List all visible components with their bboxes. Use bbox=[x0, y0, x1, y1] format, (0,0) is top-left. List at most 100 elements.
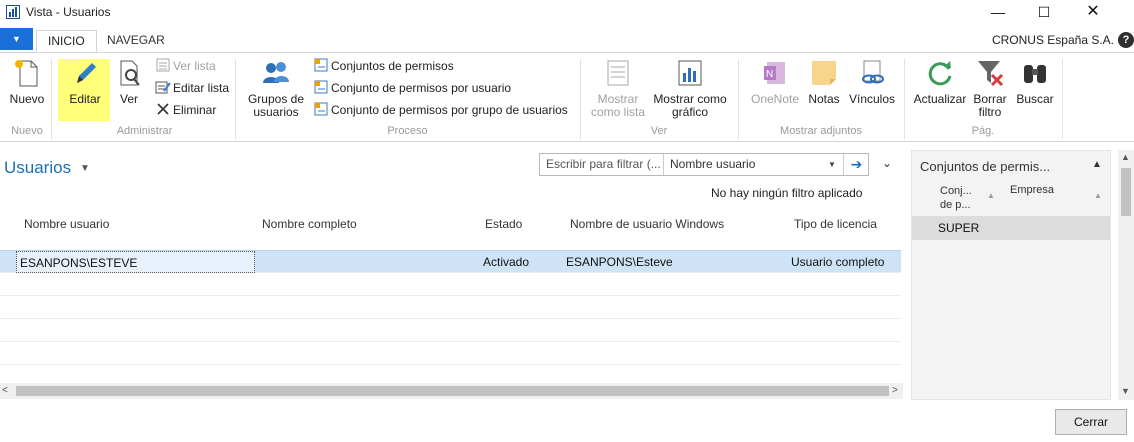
scrollbar-thumb[interactable] bbox=[1121, 168, 1131, 216]
group-label-adjuntos: Mostrar adjuntos bbox=[780, 125, 862, 137]
chevron-down-icon[interactable]: ▼ bbox=[828, 154, 836, 175]
factbox-permission-sets: Conjuntos de permis... ▲ Conj... de p...… bbox=[911, 150, 1111, 400]
cell-nombre-usuario[interactable]: ESANPONS\ESTEVE bbox=[16, 251, 255, 273]
collapse-icon[interactable]: ▲ bbox=[1092, 159, 1102, 170]
mostrar-como-grafico-button[interactable]: Mostrar como gráfico bbox=[650, 57, 730, 119]
help-icon[interactable]: ? bbox=[1118, 32, 1134, 48]
factbox-cell-conjunto[interactable]: SUPER bbox=[938, 221, 979, 235]
permisos-por-grupo-label: Conjunto de permisos por grupo de usuari… bbox=[331, 103, 568, 117]
scroll-left-icon[interactable]: < bbox=[2, 383, 8, 399]
empty-table-row bbox=[0, 319, 901, 342]
group-label-pag: Pág. bbox=[971, 125, 995, 137]
close-window-button[interactable]: ✕ bbox=[1070, 0, 1116, 26]
empty-table-row bbox=[0, 342, 901, 365]
scroll-right-icon[interactable]: > bbox=[892, 383, 898, 399]
column-header-nombre-completo[interactable]: Nombre completo bbox=[262, 217, 357, 231]
onenote-button[interactable]: N OneNote bbox=[748, 57, 802, 106]
grupos-label-1: Grupos de bbox=[247, 92, 305, 106]
permisos-por-grupo-button[interactable]: Conjunto de permisos por grupo de usuari… bbox=[313, 101, 568, 119]
conjuntos-permisos-button[interactable]: Conjuntos de permisos bbox=[313, 57, 454, 75]
buscar-button[interactable]: Buscar bbox=[1013, 57, 1057, 106]
factbox-title[interactable]: Conjuntos de permis... bbox=[920, 159, 1050, 174]
notas-button[interactable]: Notas bbox=[806, 57, 842, 106]
group-label-administrar: Administrar bbox=[116, 125, 173, 137]
column-header-usuario-windows[interactable]: Nombre de usuario Windows bbox=[570, 217, 724, 231]
table-row[interactable]: ESANPONS\ESTEVE Activado ESANPONS\Esteve… bbox=[0, 250, 901, 273]
sort-icon: ▲ bbox=[987, 191, 995, 200]
cerrar-button[interactable]: Cerrar bbox=[1055, 409, 1127, 435]
column-header-nombre-usuario[interactable]: Nombre usuario bbox=[24, 217, 109, 231]
minimize-button[interactable]: — bbox=[975, 0, 1021, 26]
ver-lista-button[interactable]: Ver lista bbox=[155, 57, 216, 75]
borrar-filtro-label-2: filtro bbox=[978, 105, 1002, 119]
factbox-row[interactable]: SUPER bbox=[912, 216, 1110, 240]
filter-input[interactable]: Escribir para filtrar (... bbox=[540, 154, 664, 175]
maximize-button[interactable]: ☐ bbox=[1021, 0, 1067, 26]
filter-bar: Escribir para filtrar (... Nombre usuari… bbox=[539, 153, 869, 176]
ver-button[interactable]: Ver bbox=[112, 57, 146, 106]
app-chart-icon bbox=[6, 5, 20, 19]
company-name[interactable]: CRONUS España S.A. bbox=[992, 33, 1114, 47]
filter-field-select[interactable]: Nombre usuario bbox=[666, 154, 836, 175]
editar-lista-button[interactable]: Editar lista bbox=[155, 79, 229, 97]
cell-usuario-windows[interactable]: ESANPONS\Esteve bbox=[566, 251, 673, 273]
ver-lista-label: Ver lista bbox=[173, 59, 216, 73]
sort-icon: ▲ bbox=[1094, 191, 1102, 200]
buscar-label: Buscar bbox=[1016, 92, 1054, 106]
editar-label: Editar bbox=[69, 92, 101, 106]
onenote-icon: N bbox=[764, 62, 785, 84]
vertical-scrollbar[interactable]: ▲ ▼ bbox=[1118, 150, 1134, 400]
apply-filter-arrow-icon[interactable]: ➔ bbox=[843, 154, 869, 175]
vinculos-label: Vínculos bbox=[848, 92, 896, 106]
user-group-icon bbox=[263, 62, 289, 83]
eliminar-button[interactable]: Eliminar bbox=[155, 101, 216, 119]
factbox-column-empresa[interactable]: Empresa bbox=[1010, 184, 1054, 196]
grupos-usuarios-button[interactable]: Grupos de usuarios bbox=[243, 57, 309, 119]
empty-table-row bbox=[0, 273, 901, 296]
horizontal-scrollbar[interactable]: < > bbox=[0, 383, 903, 399]
page-title[interactable]: Usuarios bbox=[4, 158, 71, 178]
tab-inicio[interactable]: INICIO bbox=[36, 30, 97, 52]
borrar-filtro-label-1: Borrar bbox=[973, 92, 1007, 106]
ver-label: Ver bbox=[119, 92, 138, 106]
group-label-proceso: Proceso bbox=[387, 125, 428, 137]
group-label-ver: Ver bbox=[650, 125, 668, 137]
mostrar-lista-label-2: como lista bbox=[590, 105, 646, 119]
scroll-down-icon[interactable]: ▼ bbox=[1121, 386, 1130, 396]
show-list-icon bbox=[607, 60, 629, 86]
empty-table-row bbox=[0, 296, 901, 319]
svg-text:N: N bbox=[766, 69, 773, 80]
application-menu-button[interactable]: ▼ bbox=[0, 28, 33, 50]
cell-tipo-licencia[interactable]: Usuario completo bbox=[791, 251, 884, 273]
new-document-icon bbox=[15, 60, 38, 87]
tab-navegar[interactable]: NAVEGAR bbox=[96, 30, 176, 52]
onenote-label: OneNote bbox=[750, 92, 800, 106]
actualizar-button[interactable]: Actualizar bbox=[911, 57, 969, 106]
nuevo-button[interactable]: Nuevo bbox=[6, 57, 48, 106]
borrar-filtro-button[interactable]: Borrar filtro bbox=[970, 57, 1010, 119]
mostrar-como-lista-button[interactable]: Mostrar como lista bbox=[588, 57, 648, 119]
column-header-tipo-licencia[interactable]: Tipo de licencia bbox=[794, 217, 877, 231]
title-dropdown-icon[interactable]: ▼ bbox=[80, 163, 90, 174]
grupos-label-2: usuarios bbox=[253, 105, 299, 119]
refresh-icon bbox=[928, 61, 952, 86]
no-filter-text: No hay ningún filtro aplicado bbox=[711, 186, 863, 200]
editar-button[interactable]: Editar bbox=[60, 57, 110, 106]
binoculars-icon bbox=[1024, 65, 1046, 83]
edit-list-icon bbox=[155, 81, 171, 94]
ribbon: Nuevo Nuevo Editar Ver Ver lista Editar … bbox=[0, 52, 1134, 142]
vinculos-button[interactable]: Vínculos bbox=[846, 57, 898, 106]
scrollbar-thumb[interactable] bbox=[16, 386, 889, 396]
pencil-icon bbox=[77, 63, 96, 83]
scroll-up-icon[interactable]: ▲ bbox=[1121, 152, 1130, 162]
expand-filter-icon[interactable]: ⌄ bbox=[882, 156, 892, 170]
permisos-por-usuario-button[interactable]: Conjunto de permisos por usuario bbox=[313, 79, 511, 97]
permisos-por-usuario-label: Conjunto de permisos por usuario bbox=[331, 81, 512, 95]
column-header-estado[interactable]: Estado bbox=[485, 217, 522, 231]
delete-x-icon bbox=[157, 103, 169, 115]
factbox-column-conjunto[interactable]: Conj... de p... bbox=[940, 184, 972, 212]
ribbon-tab-row: ▼ INICIO NAVEGAR CRONUS España S.A. ? bbox=[0, 28, 1134, 52]
permission-set-icon bbox=[314, 58, 328, 72]
separator bbox=[1062, 59, 1063, 139]
cell-estado[interactable]: Activado bbox=[483, 251, 529, 273]
